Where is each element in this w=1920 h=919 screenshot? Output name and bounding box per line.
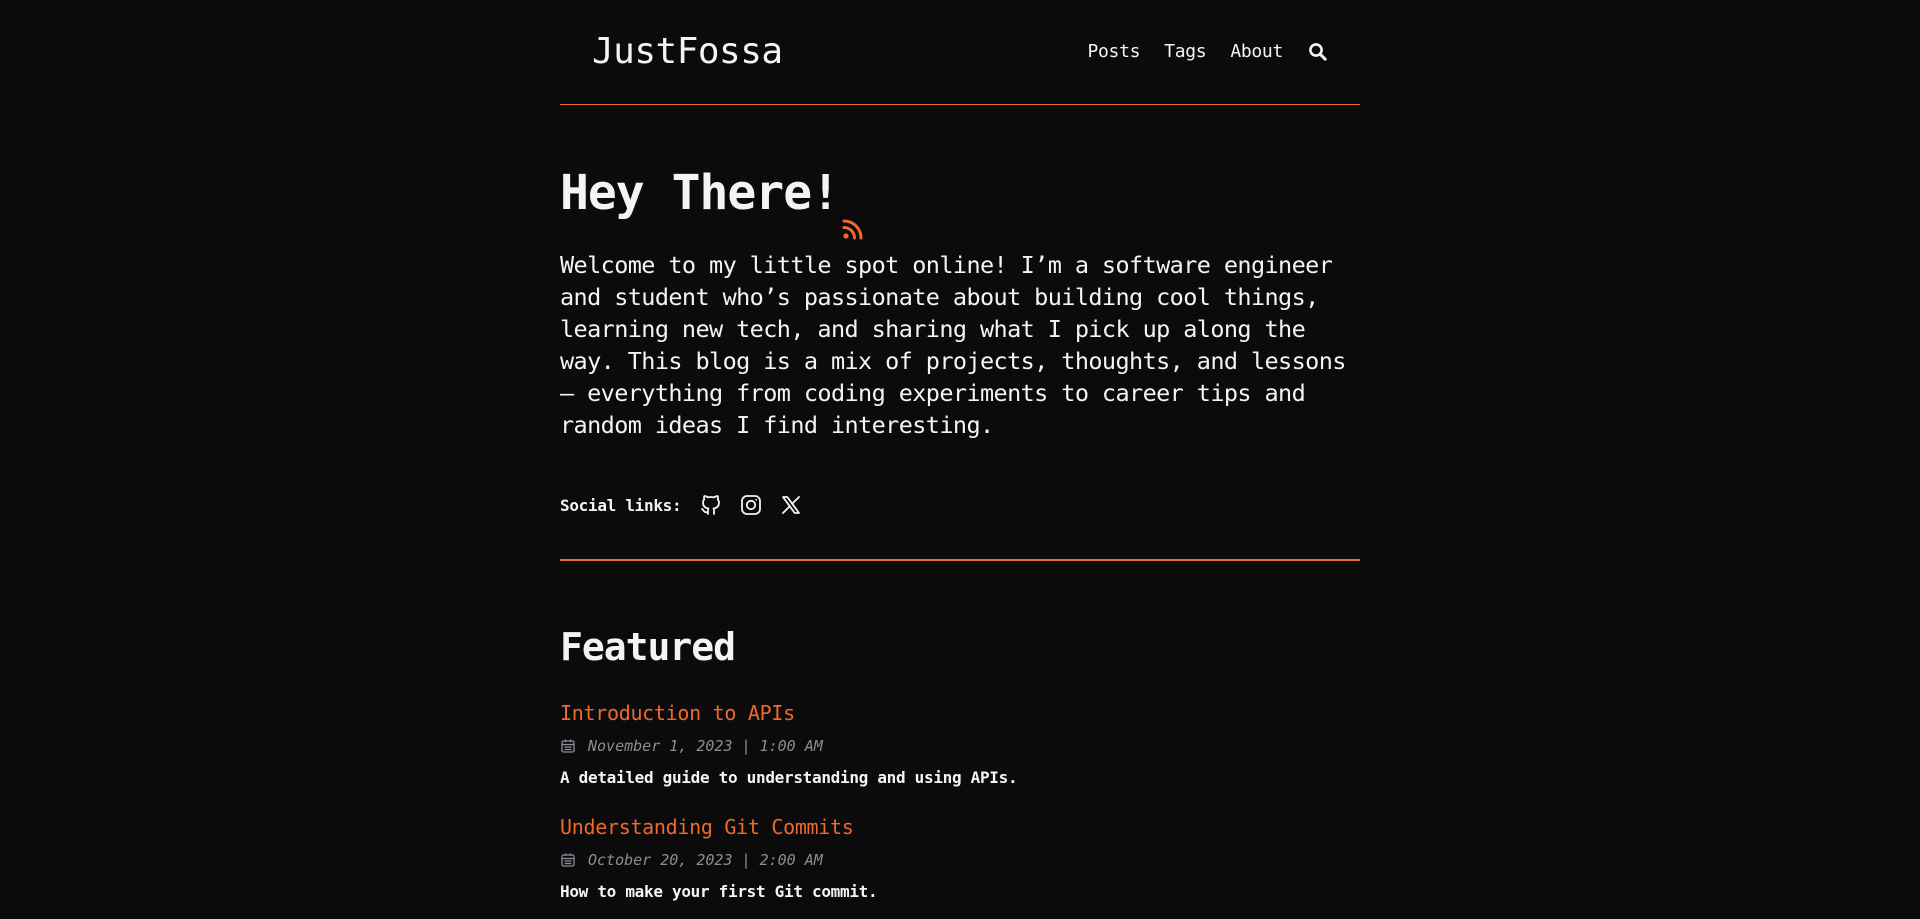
rss-icon[interactable] [841, 193, 865, 240]
hero-section: Hey There! Welcome to my little spot onl… [560, 105, 1360, 561]
hero-heading: Hey There! [560, 161, 865, 240]
post-description: How to make your first Git commit. [560, 882, 878, 901]
x-icon[interactable] [779, 493, 803, 517]
post-meta: October 20, 2023 | 2:00 AM [560, 849, 1360, 871]
social-label: Social links: [560, 495, 682, 515]
post-item: Introduction to APIs November 1, 2023 | … [560, 699, 1360, 789]
main-nav: Posts Tags About [1087, 38, 1328, 66]
featured-heading: Featured [560, 625, 736, 669]
post-title-link[interactable]: Introduction to APIs [560, 701, 795, 725]
nav-about[interactable]: About [1230, 38, 1283, 66]
hero-title: Hey There! [560, 165, 840, 221]
post-title-link[interactable]: Understanding Git Commits [560, 815, 854, 839]
intro-text: Welcome to my little spot online! I’m a … [560, 251, 1346, 439]
post-item: Understanding Git Commits October 20, 20… [560, 813, 1360, 903]
post-description: A detailed guide to understanding and us… [560, 768, 1018, 787]
calendar-icon [561, 853, 575, 867]
site-logo[interactable]: JustFossa [592, 28, 783, 76]
post-date: October 20, 2023 | 2:00 AM [588, 851, 823, 869]
post-date: November 1, 2023 | 1:00 AM [588, 737, 823, 755]
nav-tags[interactable]: Tags [1164, 38, 1206, 66]
calendar-icon [561, 739, 575, 753]
github-icon[interactable] [699, 493, 723, 517]
search-icon[interactable] [1308, 42, 1328, 62]
site-header: JustFossa Posts Tags About [560, 0, 1360, 105]
social-links: Social links: [560, 493, 819, 517]
nav-posts[interactable]: Posts [1087, 38, 1140, 66]
post-meta: November 1, 2023 | 1:00 AM [560, 735, 1360, 757]
page-container: JustFossa Posts Tags About Hey There! We… [560, 0, 1360, 901]
instagram-icon[interactable] [739, 493, 763, 517]
